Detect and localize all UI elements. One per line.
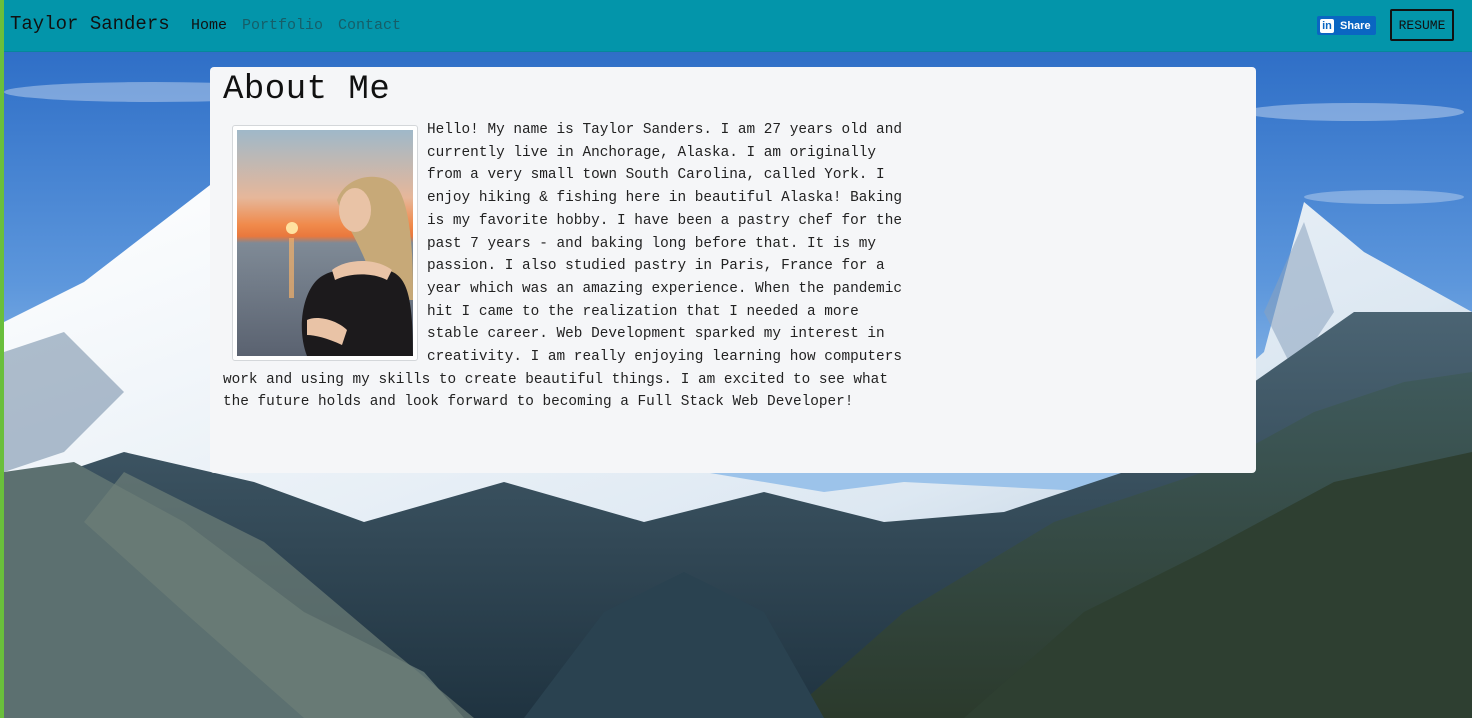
- linkedin-icon: in: [1320, 18, 1334, 33]
- top-navbar: Taylor Sanders Home Portfolio Contact in…: [4, 0, 1472, 52]
- nav-link-contact[interactable]: Contact: [338, 17, 401, 34]
- resume-button[interactable]: RESUME: [1390, 9, 1454, 41]
- window-edge: [0, 0, 4, 718]
- brand-name[interactable]: Taylor Sanders: [10, 13, 170, 35]
- profile-photo: [232, 125, 418, 361]
- share-label: Share: [1340, 19, 1371, 32]
- page-title: About Me: [223, 71, 391, 109]
- linkedin-share-button[interactable]: in Share: [1317, 16, 1376, 35]
- about-card: About Me Hello! My name is Taylor Sander…: [210, 67, 1256, 473]
- about-content: Hello! My name is Taylor Sanders. I am 2…: [223, 119, 903, 414]
- nav-link-portfolio[interactable]: Portfolio: [242, 17, 323, 34]
- nav-link-home[interactable]: Home: [191, 17, 227, 34]
